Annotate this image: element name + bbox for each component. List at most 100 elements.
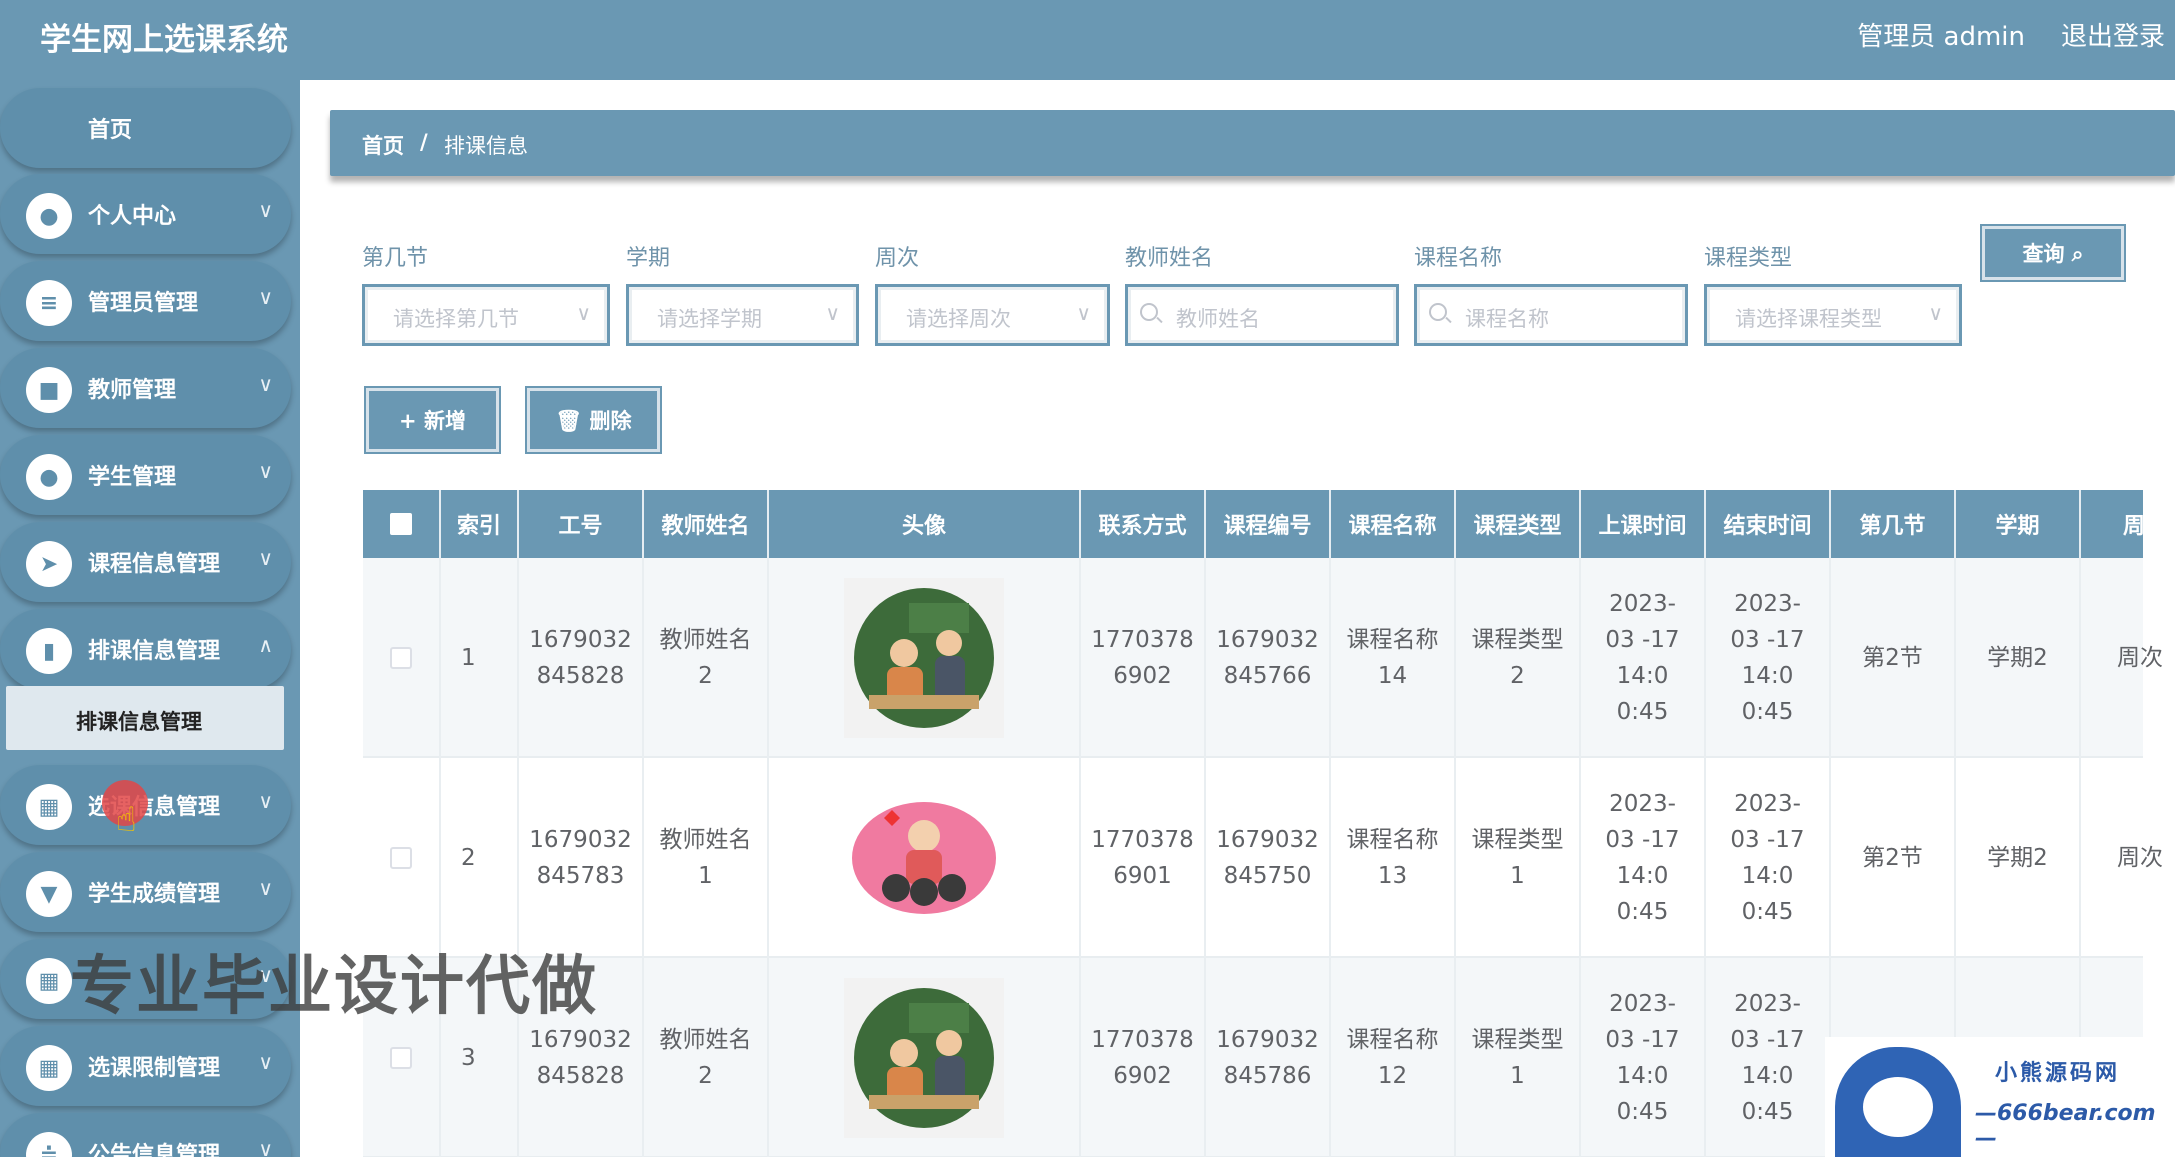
chevron-down-icon: ∧ — [258, 633, 273, 657]
chevron-down-icon: ∨ — [258, 546, 273, 570]
submenu-item-schedule-management[interactable]: 排课信息管理 — [6, 686, 284, 750]
logo-url: —666bear.com— — [1975, 1101, 2156, 1151]
sidebar-item-teacher-management[interactable]: ■ 教师管理 ∨ — [0, 348, 291, 428]
term-cell: 学期2 — [1956, 558, 2081, 758]
select-placeholder: 请选择学期 — [657, 307, 762, 331]
breadcrumb: 首页 / 排课信息 — [330, 110, 2175, 176]
input-placeholder: 教师姓名 — [1176, 307, 1260, 331]
course-name-cell: 课程名称 13 — [1331, 758, 1456, 958]
phone-cell: 1770378 6902 — [1081, 958, 1206, 1157]
start-time-cell: 2023-03 -17 14:0 0:45 — [1581, 758, 1706, 958]
chevron-down-icon: ∨ — [576, 301, 591, 325]
week-cell: 周次 — [2081, 758, 2175, 958]
sidebar-item-schedule-management[interactable]: ▮ 排课信息管理 ∧ — [0, 609, 291, 689]
grid-icon: ▦ — [26, 958, 72, 1004]
column-header: 第几节 — [1831, 490, 1956, 558]
section-cell: 第2节 — [1831, 558, 1956, 758]
end-time-cell: 2023-03 -17 14:0 0:45 — [1706, 558, 1831, 758]
sidebar-item-admin-management[interactable]: ≡ 管理员管理 ∨ — [0, 261, 291, 341]
sidebar-item-label: 选课限制管理 — [88, 1056, 221, 1081]
select-all-checkbox[interactable] — [390, 513, 412, 535]
sidebar-item-selection-limit[interactable]: ▦ 选课限制管理 ∨ — [0, 1026, 291, 1106]
avatar-cell — [769, 758, 1081, 958]
teacher-avatar-image — [844, 778, 1004, 938]
sidebar-item-personal-center[interactable]: ● 个人中心 ∨ — [0, 174, 291, 254]
sidebar-item-course-management[interactable]: ➤ 课程信息管理 ∨ — [0, 522, 291, 602]
filter-label-section: 第几节 — [362, 246, 429, 271]
row-checkbox[interactable] — [390, 647, 412, 669]
course-no-cell: 1679032 845750 — [1206, 758, 1331, 958]
sidebar-item-grades-management[interactable]: ▼ 学生成绩管理 ∨ — [0, 852, 291, 932]
week-select[interactable]: 请选择周次 ∨ — [875, 284, 1110, 346]
table-row[interactable]: 2 1679032 845783 教师姓名 1 1770378 6901 167… — [363, 758, 2163, 958]
sidebar-item-label: 教师管理 — [88, 378, 177, 403]
submenu-item-label: 排课信息管理 — [76, 710, 202, 734]
section-select[interactable]: 请选择第几节 ∨ — [362, 284, 610, 346]
phone-cell: 1770378 6902 — [1081, 558, 1206, 758]
week-cell: 周次 — [2081, 558, 2175, 758]
select-placeholder: 请选择周次 — [906, 307, 1011, 331]
query-button[interactable]: 查询 ⌕ — [1982, 226, 2124, 280]
briefcase-icon: ■ — [26, 367, 72, 413]
chevron-down-icon: ∨ — [258, 372, 273, 396]
row-checkbox[interactable] — [390, 847, 412, 869]
breadcrumb-current: 排课信息 — [444, 134, 528, 158]
stamp-icon: ▼ — [26, 871, 72, 917]
chevron-down-icon: ∨ — [258, 285, 273, 309]
filter-label-week: 周次 — [875, 246, 920, 271]
delete-button[interactable]: 🗑 删除 — [527, 388, 660, 452]
chevron-down-icon: ∨ — [258, 789, 273, 813]
index-cell: 2 — [441, 758, 519, 958]
teacher-name-cell: 教师姓名 1 — [644, 758, 769, 958]
add-button[interactable]: + 新增 — [366, 388, 499, 452]
bear-face-icon — [1863, 1077, 1933, 1137]
column-header: 课程名称 — [1331, 490, 1456, 558]
avatar-cell — [769, 958, 1081, 1157]
term-select[interactable]: 请选择学期 ∨ — [626, 284, 859, 346]
row-checkbox[interactable] — [390, 1047, 412, 1069]
column-header: 联系方式 — [1081, 490, 1206, 558]
chevron-down-icon: ∨ — [258, 876, 273, 900]
table-row[interactable]: 1 1679032 845828 教师姓名 2 1770378 6902 167… — [363, 558, 2163, 758]
breadcrumb-home[interactable]: 首页 — [362, 130, 404, 160]
filter-label-course-type: 课程类型 — [1704, 246, 1793, 271]
course-no-cell: 1679032 845786 — [1206, 958, 1331, 1157]
teacher-avatar-image — [844, 578, 1004, 738]
column-header: 教师姓名 — [644, 490, 769, 558]
column-header: 头像 — [769, 490, 1081, 558]
sliders-icon: ≑ — [26, 1132, 72, 1157]
sidebar-item-student-management[interactable]: ● 学生管理 ∨ — [0, 435, 291, 515]
sidebar-item-label: 学生成绩管理 — [88, 882, 221, 907]
chevron-down-icon: ∨ — [258, 459, 273, 483]
start-time-cell: 2023-03 -17 14:0 0:45 — [1581, 558, 1706, 758]
current-user: 管理员 admin — [1857, 22, 2025, 52]
user-icon: ● — [26, 454, 72, 500]
chevron-down-icon: ∨ — [1076, 301, 1091, 325]
course-name-input[interactable]: 课程名称 — [1414, 284, 1688, 346]
teacher-name-input[interactable]: 教师姓名 — [1125, 284, 1399, 346]
logout-link[interactable]: 退出登录 — [2061, 16, 2165, 53]
send-icon: ➤ — [26, 541, 72, 587]
course-name-cell: 课程名称 14 — [1331, 558, 1456, 758]
term-cell: 学期2 — [1956, 758, 2081, 958]
input-placeholder: 课程名称 — [1465, 307, 1549, 331]
job-no-cell: 1679032 845783 — [519, 758, 644, 958]
phone-cell: 1770378 6901 — [1081, 758, 1206, 958]
teacher-avatar-image — [844, 978, 1004, 1138]
course-type-select[interactable]: 请选择课程类型 ∨ — [1704, 284, 1962, 346]
chevron-down-icon: ∨ — [258, 1137, 273, 1157]
column-header: 周次 — [2081, 490, 2175, 558]
watermark-text: 专业毕业设计代做 — [70, 950, 598, 1024]
select-placeholder: 请选择课程类型 — [1735, 307, 1882, 331]
sidebar-item-label: 公告信息管理 — [88, 1143, 221, 1157]
sidebar-item-announcements[interactable]: ≑ 公告信息管理 ∨ — [0, 1113, 291, 1157]
course-type-cell: 课程类型 1 — [1456, 758, 1581, 958]
list-icon: ≡ — [26, 280, 72, 326]
site-logo: 小熊源码网 —666bear.com— — [1825, 1037, 2175, 1157]
index-cell: 1 — [441, 558, 519, 758]
search-icon — [1429, 303, 1447, 321]
sidebar-item-home[interactable]: 首页 — [0, 88, 291, 168]
grid-icon: ▦ — [26, 1045, 72, 1091]
column-header: 索引 — [441, 490, 519, 558]
column-header: 上课时间 — [1581, 490, 1706, 558]
